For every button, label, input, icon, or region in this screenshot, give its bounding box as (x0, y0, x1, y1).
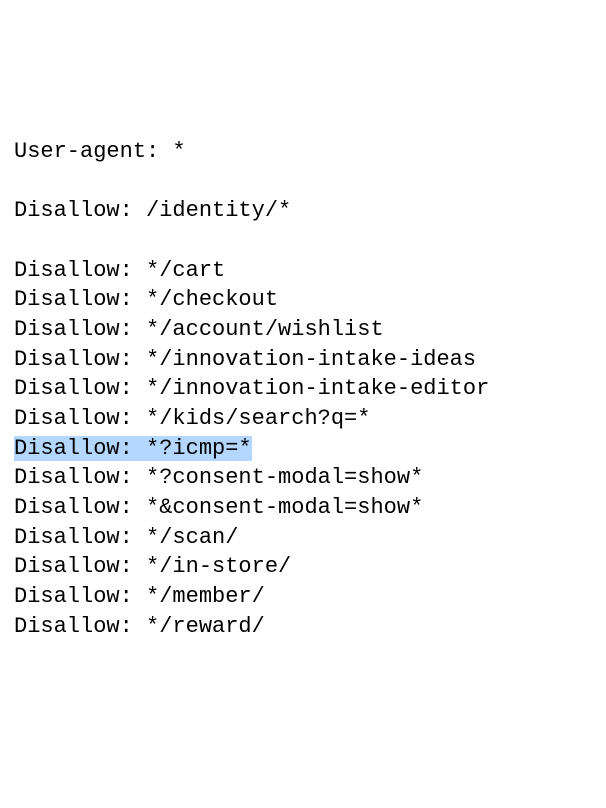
text-line: Disallow: */checkout (14, 285, 592, 315)
text-line: User-agent: * (14, 137, 592, 167)
text-line: Disallow: */cart (14, 256, 592, 286)
text-line: Disallow: */reward/ (14, 612, 592, 642)
text-line: Disallow: */account/wishlist (14, 315, 592, 345)
text-line: Disallow: */kids/search?q=* (14, 404, 592, 434)
text-line (14, 226, 592, 256)
text-line: Disallow: */scan/ (14, 523, 592, 553)
text-line: Disallow: *?icmp=* (14, 434, 592, 464)
text-line: Disallow: /identity/* (14, 196, 592, 226)
text-line (14, 166, 592, 196)
text-line: Disallow: */in-store/ (14, 552, 592, 582)
text-line: Disallow: *&consent-modal=show* (14, 493, 592, 523)
text-line: Disallow: *?consent-modal=show* (14, 463, 592, 493)
robots-txt-content: User-agent: * Disallow: /identity/* Disa… (14, 137, 592, 642)
text-line: Disallow: */innovation-intake-editor (14, 374, 592, 404)
text-line: Disallow: */innovation-intake-ideas (14, 345, 592, 375)
text-line: Disallow: */member/ (14, 582, 592, 612)
highlighted-text: Disallow: *?icmp=* (14, 436, 252, 461)
